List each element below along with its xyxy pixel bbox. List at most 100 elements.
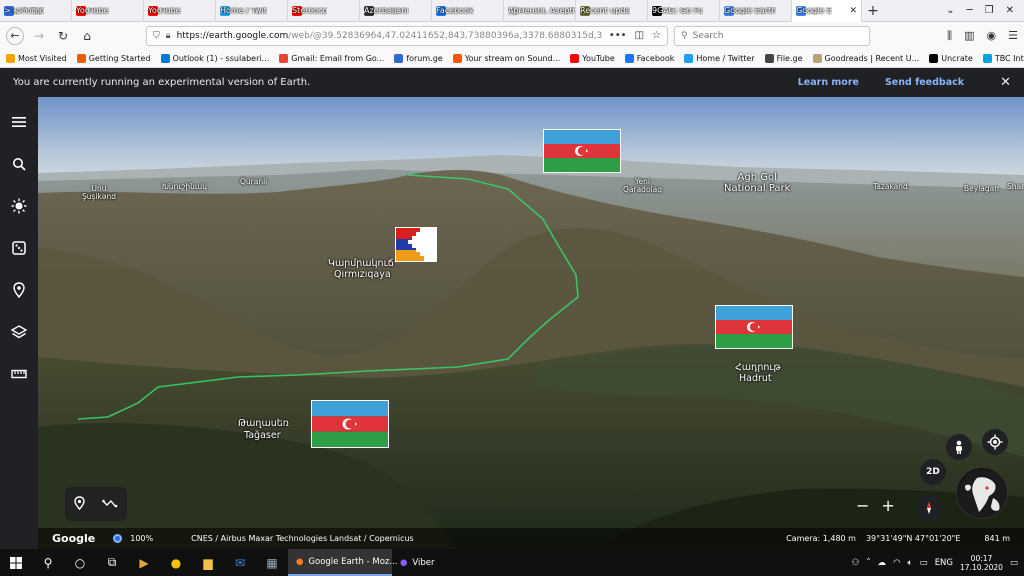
place-label-yeni-qaradolaq[interactable]: Yeni Qaradolaq [623, 177, 662, 195]
language-indicator[interactable]: ENG [935, 558, 953, 568]
bookmark-star-icon[interactable]: ☆ [652, 30, 661, 41]
search-bar[interactable]: ⚲ Search [674, 25, 870, 46]
bookmark-item[interactable]: Home / Twitter [684, 53, 755, 63]
place-label-tagaser[interactable]: Tağaser [244, 430, 281, 441]
place-label-tazakand[interactable]: Tazakand [873, 182, 908, 191]
windows-start-icon[interactable] [0, 549, 32, 576]
azerbaijan-flag-marker[interactable] [715, 305, 793, 349]
place-label-beylagan[interactable]: Beylagan [964, 184, 999, 193]
page-actions-icon[interactable]: ••• [609, 30, 627, 41]
bookmark-item[interactable]: Most Visited [6, 53, 67, 63]
browser-tab[interactable]: 9GAG: Go Fu [648, 0, 720, 22]
browser-tab[interactable]: YouTube [144, 0, 216, 22]
browser-tab[interactable]: Google E ✕ [792, 0, 862, 22]
place-label-unu[interactable]: Unu Şuşikənd [82, 184, 116, 202]
place-label-shar[interactable]: Shar [1007, 182, 1024, 191]
browser-tab[interactable]: Google Earth [720, 0, 792, 22]
browser-tab[interactable]: Stereoco [288, 0, 360, 22]
place-label-khnushinak[interactable]: Խնուշինակ [162, 182, 207, 191]
map-style-layers-icon[interactable] [8, 321, 30, 343]
task-view-icon[interactable]: ⧉ [96, 549, 128, 576]
azerbaijan-flag-marker[interactable] [543, 129, 621, 173]
new-tab-button[interactable]: + [862, 0, 884, 21]
bookmark-item[interactable]: Your stream on Sound... [452, 53, 560, 63]
imagery-attribution[interactable]: CNES / Airbus Maxar Technologies Landsat… [191, 534, 414, 543]
sidebar-toggle-icon[interactable]: ▥ [964, 29, 974, 43]
forward-button[interactable]: → [30, 27, 48, 45]
people-icon[interactable]: ⚇ [852, 558, 860, 568]
tab-list-chevron-icon[interactable]: ⌄ [946, 5, 954, 16]
cortana-icon[interactable]: ○ [64, 549, 96, 576]
search-icon[interactable]: ⚲ [32, 549, 64, 576]
pocket-icon[interactable]: ◫ [635, 30, 644, 41]
send-feedback-link[interactable]: Send feedback [885, 77, 964, 88]
search-icon[interactable] [8, 153, 30, 175]
network-icon[interactable]: ◠ [893, 558, 900, 568]
bookmark-item[interactable]: Gmail: Email from Go... [279, 53, 384, 63]
lock-icon[interactable]: 🔒︎ [166, 31, 171, 41]
bookmark-item[interactable]: YouTube [570, 53, 615, 63]
pegman-street-view-button[interactable] [946, 434, 972, 460]
clock[interactable]: 00:17 17.10.2020 [960, 554, 1003, 572]
library-icon[interactable]: ⫼ [947, 29, 952, 43]
url-text[interactable]: https://earth.google.com/web/@39.5283696… [177, 31, 603, 41]
show-hidden-icon[interactable]: ˄ [866, 558, 870, 568]
file-explorer-icon[interactable]: ▆ [192, 549, 224, 576]
home-button[interactable]: ⌂ [78, 27, 96, 45]
taskbar-viber[interactable]: ● Viber [392, 549, 443, 576]
browser-tab[interactable]: Home / Twit [216, 0, 288, 22]
bookmark-item[interactable]: Outlook (1) - ssulaberi... [160, 53, 269, 63]
learn-more-link[interactable]: Learn more [798, 77, 859, 88]
close-tab-icon[interactable]: ✕ [847, 6, 857, 16]
bookmark-item[interactable]: Uncrate [929, 53, 973, 63]
browser-tab[interactable]: Recent upda [576, 0, 648, 22]
pin-icon[interactable] [74, 495, 85, 513]
menu-icon[interactable]: ☰ [1008, 29, 1018, 43]
compass-button[interactable] [916, 495, 942, 521]
place-label-karmrakuch[interactable]: Կարմրակուճ [328, 258, 394, 269]
media-player-icon[interactable]: ▶ [128, 549, 160, 576]
onedrive-icon[interactable]: ☁ [878, 558, 887, 568]
place-label-taghaser-armenian[interactable]: Թաղասեռ [238, 418, 289, 429]
bookmark-item[interactable]: Getting Started [76, 53, 151, 63]
bookmark-item[interactable]: forum.ge [394, 53, 443, 63]
address-bar[interactable]: ⛉ 🔒︎ https://earth.google.com/web/@39.52… [146, 25, 668, 46]
earth-3d-view[interactable]: Unu Şuşikənd Խնուշինակ Quranlı Կարմրակու… [38, 97, 1024, 549]
shield-icon[interactable]: ⛉ [153, 31, 160, 41]
minimize-button[interactable]: ─ [967, 5, 973, 16]
place-label-quranli[interactable]: Quranlı [240, 177, 267, 186]
taskbar-firefox[interactable]: ● Google Earth - Moz... [288, 549, 397, 576]
reload-button[interactable]: ↻ [54, 27, 72, 45]
restore-button[interactable]: ❐ [985, 5, 994, 16]
my-location-button[interactable] [982, 429, 1008, 455]
toggle-2d-button[interactable]: 2D [920, 459, 946, 485]
browser-tab[interactable]: Facebook [432, 0, 504, 22]
calculator-icon[interactable]: ▦ [256, 549, 288, 576]
measure-ruler-icon[interactable] [8, 363, 30, 385]
projects-pin-icon[interactable] [8, 279, 30, 301]
close-banner-icon[interactable]: ✕ [1000, 75, 1011, 90]
feeling-lucky-dice-icon[interactable] [8, 237, 30, 259]
place-label-hadrut-armenian[interactable]: Հադրութ [735, 362, 781, 373]
mail-icon[interactable]: ✉ [224, 549, 256, 576]
close-window-button[interactable]: ✕ [1006, 5, 1014, 16]
place-label-qirmiziqaya[interactable]: Qırmızıqaya [334, 269, 391, 280]
keyboard-icon[interactable]: ▭ [920, 558, 928, 568]
path-icon[interactable] [102, 498, 118, 511]
voyager-icon[interactable] [8, 195, 30, 217]
bookmark-item[interactable]: Facebook [624, 53, 674, 63]
artsakh-flag-marker[interactable] [395, 227, 437, 262]
azerbaijan-flag-marker[interactable] [311, 400, 389, 448]
back-button[interactable]: ← [6, 26, 24, 45]
globe-overview[interactable] [956, 467, 1008, 519]
menu-icon[interactable] [8, 111, 30, 133]
browser-tab[interactable]: > ჯარიმებ [0, 0, 72, 22]
browser-tab[interactable]: YouTube [72, 0, 144, 22]
browser-tab[interactable]: Azerbaijani [360, 0, 432, 22]
place-label-agh-gol[interactable]: Agh Gol National Park [724, 172, 790, 194]
notifications-icon[interactable]: ▭ [1010, 558, 1018, 568]
bookmark-item[interactable]: File.ge [764, 53, 803, 63]
browser-tab[interactable]: Армения, Азерб [504, 0, 576, 22]
search-input[interactable]: Search [693, 31, 724, 41]
place-label-hadrut[interactable]: Hadrut [739, 373, 772, 384]
